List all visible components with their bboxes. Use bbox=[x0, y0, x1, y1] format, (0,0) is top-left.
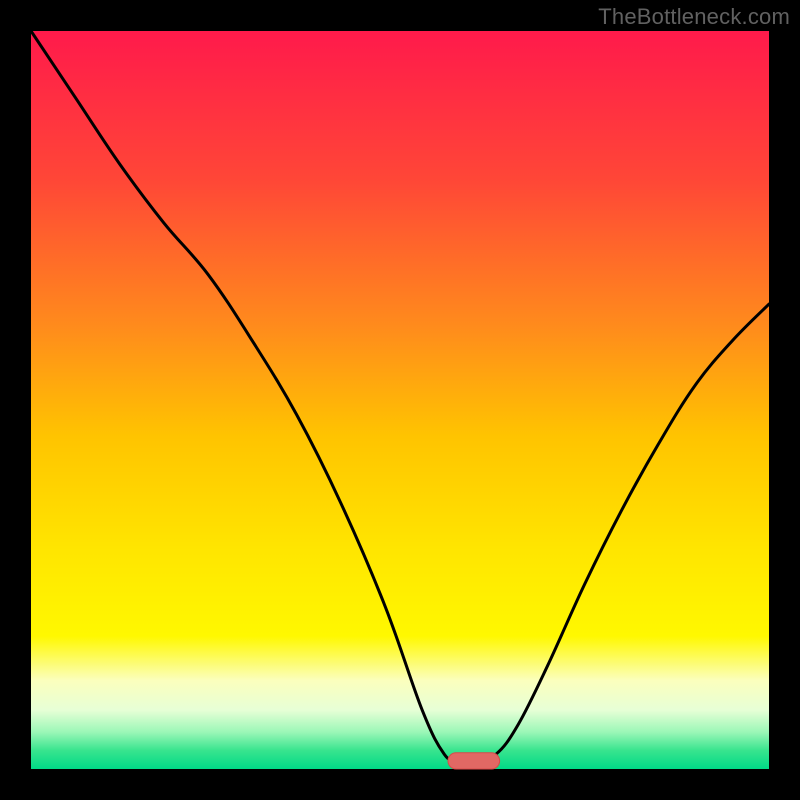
bottleneck-chart bbox=[0, 0, 800, 800]
chart-stage: TheBottleneck.com bbox=[0, 0, 800, 800]
optimal-marker bbox=[448, 753, 500, 769]
watermark-text: TheBottleneck.com bbox=[598, 4, 790, 30]
plot-background bbox=[31, 31, 769, 769]
